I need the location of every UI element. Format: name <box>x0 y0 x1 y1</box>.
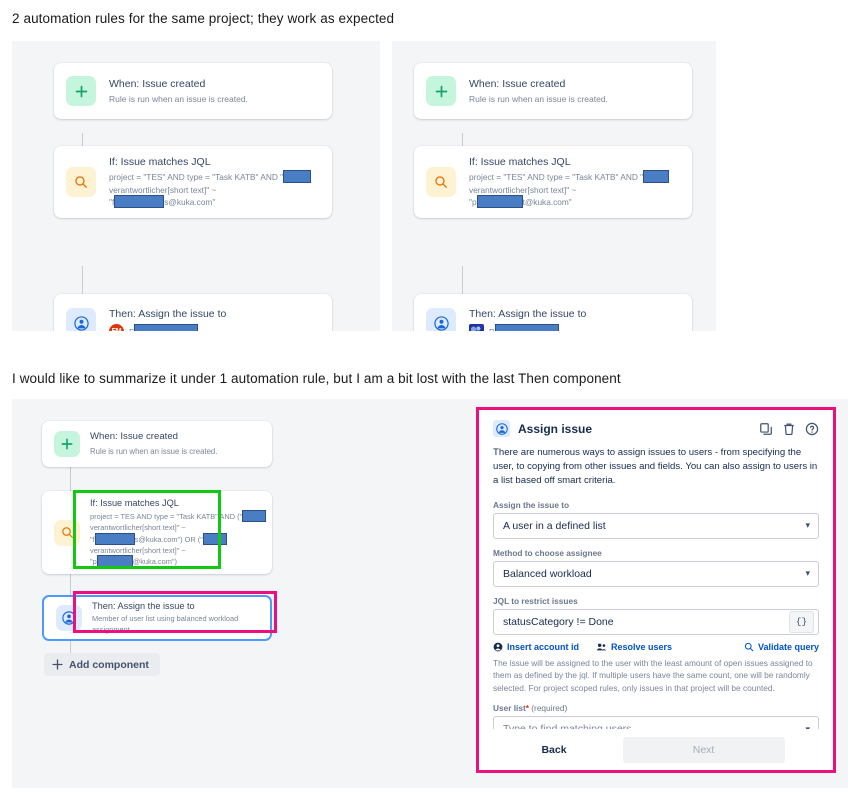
assign-to-value: A user in a defined list <box>503 519 606 532</box>
assignee-row: P <box>469 324 678 331</box>
assign-issue-header: Assign issue <box>493 420 819 437</box>
assignee-name: P <box>489 324 559 331</box>
caption-top: 2 automation rules for the same project;… <box>12 11 395 26</box>
duplicate-icon[interactable] <box>759 422 773 436</box>
rule-card-subtitle: Rule is run when an issue is created. <box>469 93 608 104</box>
jql-line: project = "TES" AND type = "Task KATB" A… <box>109 170 318 184</box>
jql-line: verantwortlicher[short text]" ~ <box>469 185 577 196</box>
jql-line: "f s@kuka.com" <box>109 195 216 209</box>
assign-to-select[interactable]: A user in a defined list ▾ <box>493 512 819 539</box>
rule-card-if[interactable]: If: Issue matches JQL project = "TES" AN… <box>54 146 332 218</box>
rule-card-subtitle: Rule is run when an issue is created. <box>90 446 218 456</box>
person-icon <box>426 308 456 331</box>
plus-icon <box>66 76 96 106</box>
users-icon <box>596 643 607 650</box>
rule-card-title: When: Issue created <box>90 430 178 442</box>
trash-icon[interactable] <box>782 422 796 436</box>
add-component-button[interactable]: Add component <box>44 653 160 676</box>
assign-to-label: Assign the issue to <box>493 499 570 510</box>
rule-card-title: If: Issue matches JQL <box>469 155 571 168</box>
avatar: FM <box>109 324 124 331</box>
person-icon <box>493 420 510 437</box>
assign-hint: The issue will be assigned to the user w… <box>493 657 813 693</box>
search-icon <box>66 167 96 197</box>
rule-card-subtitle: Rule is run when an issue is created. <box>109 93 248 104</box>
jql-line: "f s@kuka.com") OR (" <box>90 532 258 546</box>
search-icon <box>744 642 754 651</box>
rule-card-title: Then: Assign the issue to <box>109 307 227 320</box>
assignee-name: F <box>129 324 199 331</box>
rule-card-if[interactable]: If: Issue matches JQL project = TES AND … <box>42 491 272 574</box>
rule-card-when[interactable]: When: Issue created Rule is run when an … <box>42 421 272 467</box>
jql-input[interactable]: statusCategory != Done {} <box>493 608 819 635</box>
person-icon <box>56 605 82 631</box>
rule-card-then[interactable]: Then: Assign the issue to P <box>414 294 692 331</box>
redaction-box <box>494 324 559 331</box>
redaction-box <box>114 195 165 209</box>
redaction-box <box>242 509 267 522</box>
screenshot-rule-b: When: Issue created Rule is run when an … <box>392 41 716 331</box>
help-icon[interactable] <box>805 422 819 436</box>
insert-account-id-link[interactable]: Insert account id <box>493 642 579 652</box>
jql-line: "p t@kuka.com" <box>469 195 572 209</box>
rule-card-title: When: Issue created <box>469 77 566 90</box>
rule-card-if[interactable]: If: Issue matches JQL project = "TES" AN… <box>414 146 692 218</box>
back-button[interactable]: Back <box>527 738 580 762</box>
search-icon <box>54 519 80 546</box>
redaction-box <box>94 532 135 545</box>
rule-card-then[interactable]: Then: Assign the issue to FM F <box>54 294 332 331</box>
redaction-box <box>476 195 523 209</box>
panel-footer: Back Next <box>479 729 833 770</box>
rule-card-then[interactable]: Then: Assign the issue to Member of user… <box>42 595 272 641</box>
rule-card-title: When: Issue created <box>109 77 206 90</box>
redaction-box <box>134 324 199 331</box>
chevron-down-icon: ▾ <box>805 568 810 579</box>
rule-card-title: If: Issue matches JQL <box>90 497 179 508</box>
resolve-users-link[interactable]: Resolve users <box>596 642 672 652</box>
jql-line: verantwortlicher[short text]" ~ <box>109 185 217 196</box>
user-list-select[interactable]: Type to find matching users... ▾ <box>493 716 819 729</box>
rule-card-subtitle: Member of user list using balanced workl… <box>92 614 239 635</box>
method-value: Balanced workload <box>503 567 592 580</box>
flow-connector <box>70 467 71 491</box>
smart-value-button[interactable]: {} <box>789 610 814 633</box>
chevron-down-icon: ▾ <box>805 520 810 531</box>
rule-card-when[interactable]: When: Issue created Rule is run when an … <box>414 63 692 119</box>
method-label: Method to choose assignee <box>493 547 602 558</box>
jql-line: project = "TES" AND type = "Task KATB" A… <box>469 170 678 184</box>
search-icon <box>426 167 456 197</box>
person-icon <box>66 308 96 331</box>
redaction-box <box>283 170 312 184</box>
next-button[interactable]: Next <box>622 736 785 763</box>
avatar <box>469 324 484 331</box>
user-list-label: User list* (required) <box>493 703 568 714</box>
redaction-box <box>643 170 670 184</box>
jql-value: statusCategory != Done <box>503 615 614 628</box>
plus-icon <box>54 431 80 457</box>
redaction-box <box>202 532 227 545</box>
screenshot-rule-a: When: Issue created Rule is run when an … <box>12 41 380 331</box>
caption-bottom: I would like to summarize it under 1 aut… <box>12 371 621 386</box>
rule-card-title: Then: Assign the issue to <box>92 601 195 612</box>
panel-title: Assign issue <box>518 421 593 436</box>
rule-card-title: If: Issue matches JQL <box>109 155 211 168</box>
rule-card-when[interactable]: When: Issue created Rule is run when an … <box>54 63 332 119</box>
jql-label: JQL to restrict issues <box>493 595 578 606</box>
assignee-row: FM F <box>109 324 318 331</box>
rule-card-title: Then: Assign the issue to <box>469 307 587 320</box>
jql-line: project = TES AND type = "Task KATB" AND… <box>90 509 267 523</box>
plus-icon <box>52 659 63 670</box>
account-icon <box>493 642 503 651</box>
panel-description: There are numerous ways to assign issues… <box>493 447 818 487</box>
plus-icon <box>426 76 456 106</box>
jql-line: "p @kuka.com") <box>90 555 177 568</box>
redaction-box <box>96 555 133 568</box>
validate-query-link[interactable]: Validate query <box>744 642 819 652</box>
method-select[interactable]: Balanced workload ▾ <box>493 560 819 587</box>
add-component-label: Add component <box>69 658 149 671</box>
assign-issue-panel: Assign issue There are numerous ways to … <box>476 407 836 773</box>
